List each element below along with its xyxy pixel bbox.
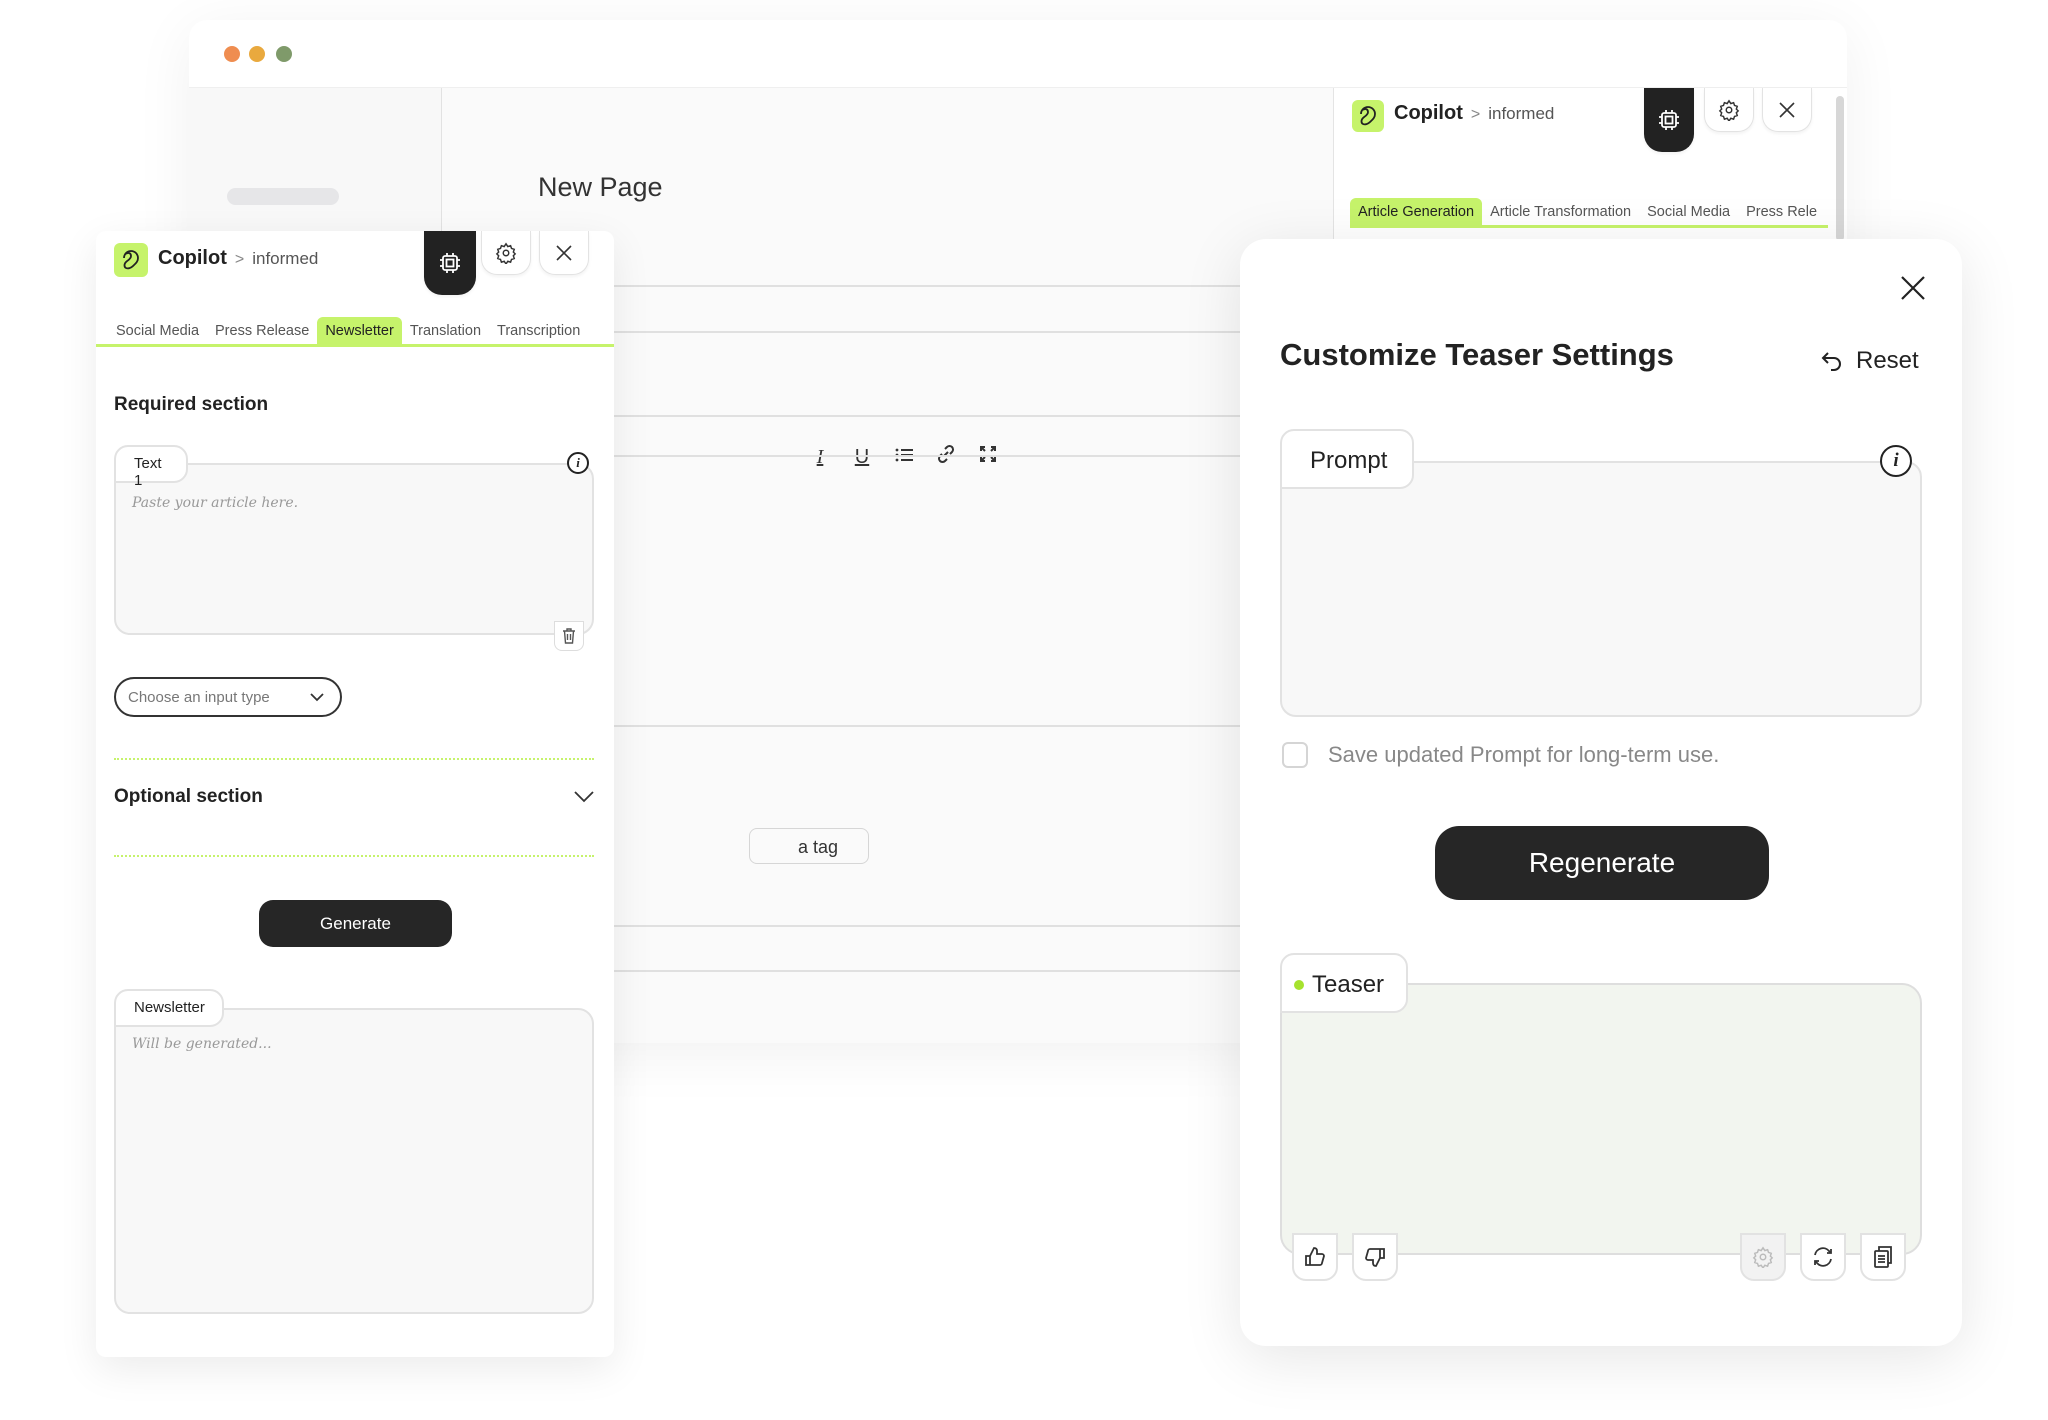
settings-button[interactable] <box>481 231 531 275</box>
background-copilot-tabs: Article Generation Article Transformatio… <box>1350 198 1828 228</box>
reset-label: Reset <box>1856 347 1919 374</box>
newsletter-output-area[interactable]: Will be generated... <box>114 1008 594 1314</box>
tab-press-release[interactable]: Press Rele <box>1738 198 1825 225</box>
copilot-panel: Copilot > informed Social Media Press Re… <box>96 231 614 1357</box>
editor-toolbar: I U <box>809 444 999 470</box>
gear-icon <box>1752 1246 1774 1268</box>
section-divider <box>114 855 594 857</box>
copy-button[interactable] <box>1860 1233 1906 1281</box>
chevron-down-icon <box>574 791 594 803</box>
window-close-dot[interactable] <box>224 46 240 62</box>
trash-icon <box>563 628 575 644</box>
regenerate-button[interactable]: Regenerate <box>1435 826 1769 900</box>
model-chip-button[interactable] <box>1644 88 1694 152</box>
tab-press-release[interactable]: Press Release <box>207 317 317 344</box>
copilot-title: Copilot <box>1394 102 1463 124</box>
article-text-area[interactable]: Paste your article here. <box>114 463 594 635</box>
generate-button[interactable]: Generate <box>259 900 452 947</box>
newsletter-placeholder: Will be generated... <box>132 1036 272 1052</box>
thumbs-down-button[interactable] <box>1352 1233 1398 1281</box>
close-icon <box>1901 276 1925 300</box>
thumbs-down-icon <box>1365 1248 1385 1267</box>
tab-social-media[interactable]: Social Media <box>1639 198 1738 225</box>
optional-section-toggle[interactable]: Optional section <box>114 786 594 808</box>
text-field-label: Text 1 <box>114 445 188 489</box>
italic-icon[interactable]: I <box>809 446 831 469</box>
save-prompt-checkbox-row[interactable]: Save updated Prompt for long-term use. <box>1282 742 1719 768</box>
link-icon[interactable] <box>935 444 957 470</box>
close-button[interactable] <box>1762 88 1812 132</box>
window-maximize-dot[interactable] <box>276 46 292 62</box>
chevron-down-icon <box>310 692 324 701</box>
tab-article-transformation[interactable]: Article Transformation <box>1482 198 1639 225</box>
add-tag-button[interactable]: a tag <box>749 828 869 864</box>
window-titlebar <box>189 20 1847 88</box>
thumbs-up-button[interactable] <box>1292 1233 1338 1281</box>
undo-icon <box>1821 352 1841 371</box>
status-dot <box>1294 980 1304 990</box>
breadcrumb-separator: > <box>1470 106 1481 123</box>
copilot-workspace: informed <box>1488 104 1555 123</box>
reset-button[interactable]: Reset <box>1820 347 1919 375</box>
thumbs-up-icon <box>1305 1247 1325 1266</box>
underline-icon[interactable]: U <box>851 446 873 469</box>
info-icon[interactable]: i <box>1880 445 1912 477</box>
input-type-select[interactable]: Choose an input type <box>114 677 342 717</box>
teaser-output-area[interactable] <box>1280 983 1922 1255</box>
refresh-icon <box>1814 1247 1832 1267</box>
regenerate-teaser-button[interactable] <box>1800 1233 1846 1281</box>
copilot-tabs: Social Media Press Release Newsletter Tr… <box>96 317 614 347</box>
copilot-logo-icon <box>114 243 148 277</box>
page-title: New Page <box>538 172 663 202</box>
input-type-placeholder: Choose an input type <box>128 688 270 706</box>
modal-title: Customize Teaser Settings <box>1280 337 1674 372</box>
breadcrumb-separator: > <box>234 251 245 268</box>
tab-newsletter[interactable]: Newsletter <box>317 317 402 344</box>
article-placeholder: Paste your article here. <box>132 495 299 511</box>
save-prompt-label: Save updated Prompt for long-term use. <box>1328 742 1720 767</box>
list-icon[interactable] <box>893 446 915 469</box>
tab-article-generation[interactable]: Article Generation <box>1350 198 1483 225</box>
teaser-label: Teaser <box>1312 971 1385 998</box>
modal-close-button[interactable] <box>1900 275 1926 306</box>
model-chip-button[interactable] <box>424 231 476 295</box>
settings-button[interactable] <box>1704 88 1754 132</box>
clipboard-icon <box>1874 1246 1892 1268</box>
teaser-settings-button[interactable] <box>1740 1233 1786 1281</box>
prompt-label: Prompt <box>1280 429 1414 489</box>
copilot-logo-icon <box>1352 100 1384 132</box>
background-copilot-panel: Copilot > informed Article Generation Ar… <box>1333 88 1847 260</box>
copilot-workspace: informed <box>252 249 319 268</box>
newsletter-label: Newsletter <box>114 989 224 1027</box>
prompt-textarea[interactable] <box>1280 461 1922 717</box>
required-section-title: Required section <box>114 394 269 415</box>
tab-translation[interactable]: Translation <box>402 317 489 344</box>
customize-teaser-modal: Customize Teaser Settings Reset Prompt i… <box>1240 239 1962 1346</box>
save-prompt-checkbox[interactable] <box>1282 742 1308 768</box>
expand-icon[interactable] <box>977 445 999 469</box>
close-button[interactable] <box>539 231 589 275</box>
window-minimize-dot[interactable] <box>249 46 265 62</box>
sidebar-skeleton-item <box>227 188 339 205</box>
teaser-label-tab: Teaser <box>1280 953 1408 1013</box>
optional-section-title: Optional section <box>114 786 263 807</box>
tab-transcription[interactable]: Transcription <box>489 317 588 344</box>
tab-social-media[interactable]: Social Media <box>108 317 207 344</box>
section-divider <box>114 758 594 760</box>
scrollbar[interactable] <box>1836 96 1844 241</box>
info-icon[interactable]: i <box>567 452 589 474</box>
delete-button[interactable] <box>554 621 584 651</box>
copilot-title: Copilot <box>158 247 227 269</box>
